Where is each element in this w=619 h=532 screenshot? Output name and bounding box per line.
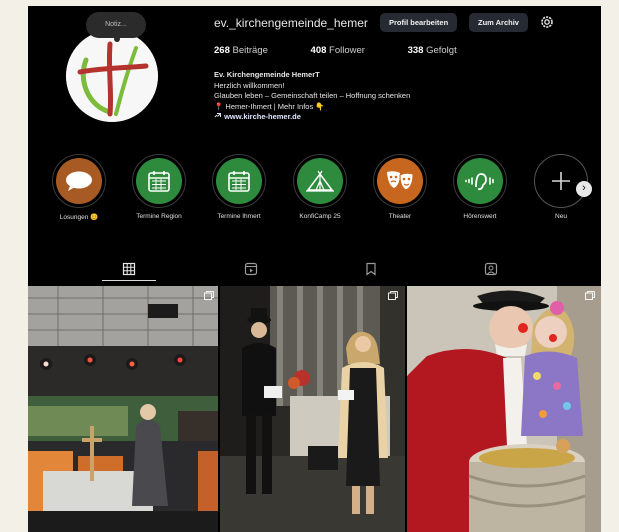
username: ev._kirchengemeinde_hemer bbox=[214, 16, 368, 30]
note-bubble[interactable]: Notiz... bbox=[86, 12, 146, 42]
multiple-posts-icon bbox=[585, 291, 595, 300]
profile-stats: 268 Beiträge 408 Follower 338 Gefolgt bbox=[214, 45, 497, 56]
gear-icon[interactable] bbox=[540, 15, 554, 29]
instagram-profile-screen: Notiz... ev._kirchengemeinde_hemer Profi… bbox=[28, 6, 601, 532]
saved-icon[interactable] bbox=[364, 262, 378, 276]
active-tab-indicator bbox=[102, 280, 156, 281]
speech-bubble-icon bbox=[66, 171, 92, 191]
church-performance-photo bbox=[220, 286, 405, 532]
bio-line: Glauben leben – Gemeinschaft teilen – Ho… bbox=[214, 91, 411, 100]
bio-line: 📍 Hemer-Ihmert | Mehr Infos 👇 bbox=[214, 101, 325, 111]
post-thumbnail[interactable] bbox=[28, 286, 218, 532]
outdoor-stage-photo bbox=[28, 286, 218, 532]
posts-stat[interactable]: 268 Beiträge bbox=[214, 45, 288, 56]
calendar-icon bbox=[228, 171, 250, 192]
highlight-konficamp[interactable]: KonfiCamp 25 bbox=[285, 154, 355, 220]
edit-profile-button[interactable]: Profil bearbeiten bbox=[380, 13, 458, 32]
bio-line: Herzlich willkommen! bbox=[214, 80, 285, 90]
calendar-icon bbox=[148, 171, 170, 192]
bio-name: Ev. Kirchengemeinde HemerT bbox=[214, 70, 320, 79]
multiple-posts-icon bbox=[204, 291, 214, 300]
tagged-icon[interactable] bbox=[484, 262, 498, 276]
reels-icon[interactable] bbox=[244, 262, 258, 276]
tent-icon bbox=[306, 170, 334, 192]
note-placeholder: Notiz... bbox=[105, 21, 127, 28]
highlight-theater[interactable]: Theater bbox=[365, 154, 435, 220]
highlight-termine-region[interactable]: Termine Region bbox=[124, 154, 194, 220]
church-cross-logo-icon bbox=[66, 30, 158, 122]
plus-icon bbox=[552, 172, 570, 190]
highlight-termine-ihmert[interactable]: Termine Ihmert bbox=[204, 154, 274, 220]
profile-avatar[interactable] bbox=[66, 30, 158, 122]
following-stat[interactable]: 338 Gefolgt bbox=[408, 45, 477, 56]
profile-bio: Ev. Kirchengemeinde HemerT Herzlich will… bbox=[214, 70, 410, 123]
highlight-hoerenswert[interactable]: Hörenswert bbox=[445, 154, 515, 220]
grid-icon[interactable] bbox=[122, 262, 136, 276]
theater-masks-icon bbox=[387, 171, 414, 191]
followers-stat[interactable]: 408 Follower bbox=[311, 45, 385, 56]
bio-link-row[interactable]: www.kirche-hemer.de bbox=[214, 112, 410, 123]
link-icon bbox=[214, 113, 221, 118]
multiple-posts-icon bbox=[388, 291, 398, 300]
listening-ear-icon bbox=[465, 173, 494, 191]
highlight-losungen[interactable]: Losungen 😊 bbox=[44, 154, 114, 221]
bio-link[interactable]: www.kirche-hemer.de bbox=[224, 112, 301, 121]
post-thumbnail[interactable] bbox=[220, 286, 405, 532]
post-thumbnail[interactable] bbox=[407, 286, 601, 532]
chevron-right-icon[interactable]: › bbox=[576, 181, 592, 197]
archive-button[interactable]: Zum Archiv bbox=[469, 13, 528, 32]
clowns-photo bbox=[407, 286, 601, 532]
